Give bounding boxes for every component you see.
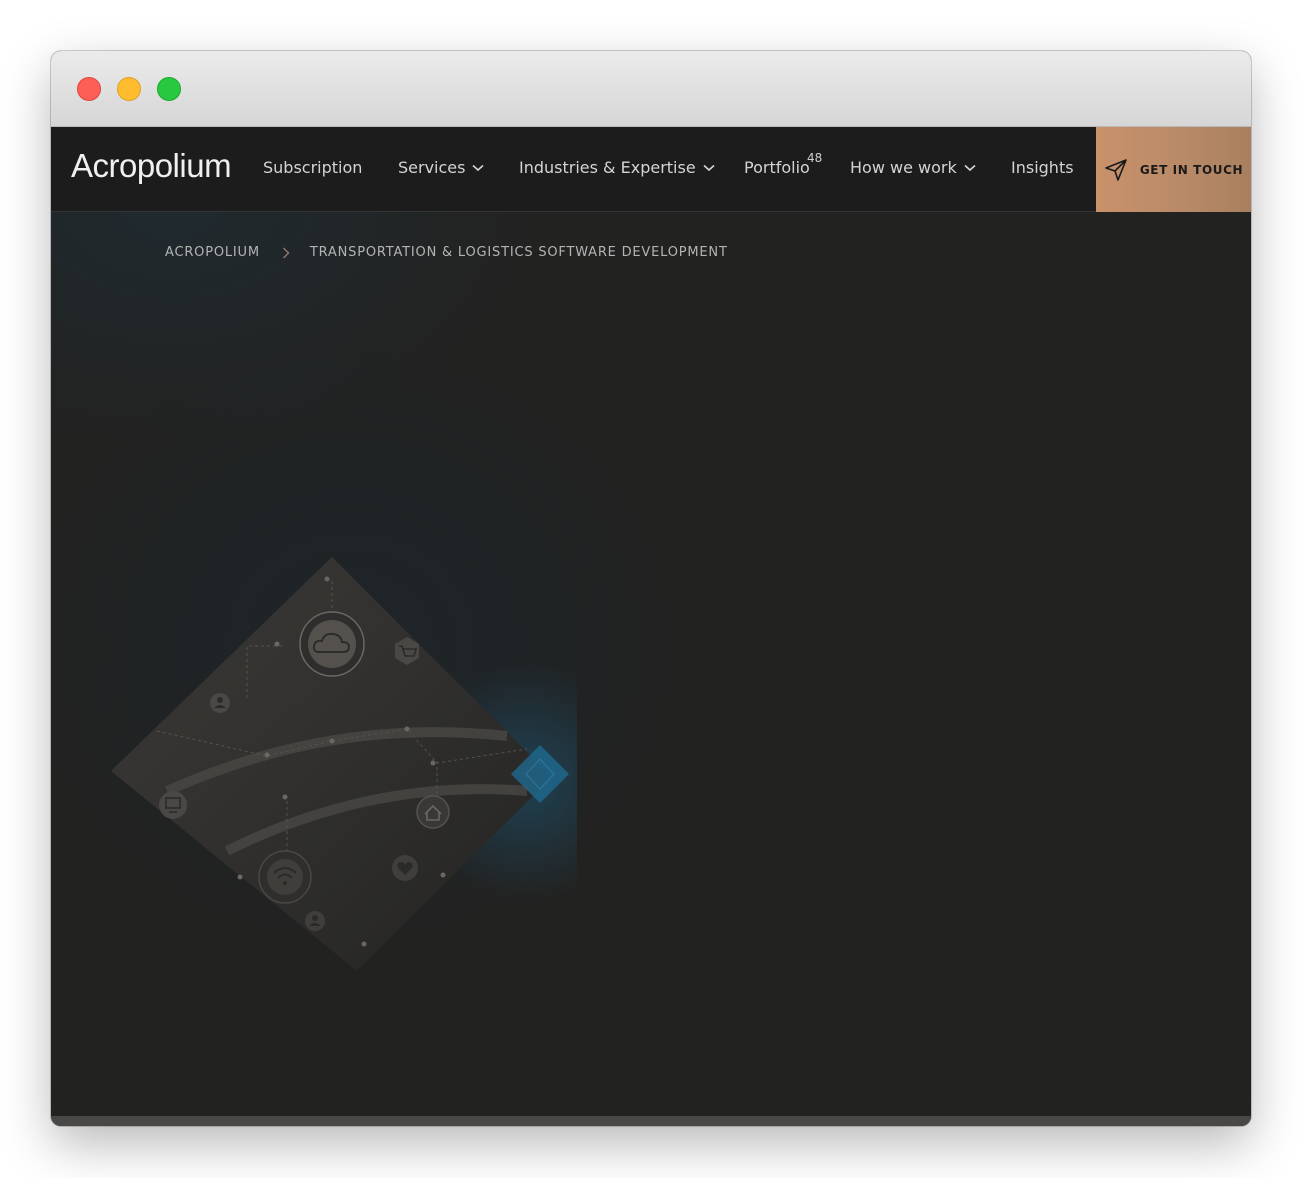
get-in-touch-button[interactable]: GET IN TOUCH	[1096, 127, 1251, 212]
page-content: Acropolium Subscription Services Industr…	[51, 127, 1251, 1126]
nav-item-label: Subscription	[263, 158, 363, 177]
home-icon	[416, 795, 450, 829]
bottom-divider	[51, 1116, 1251, 1126]
breadcrumb-current: TRANSPORTATION & LOGISTICS SOFTWARE DEVE…	[309, 245, 728, 260]
user-icon	[210, 693, 230, 713]
monitor-icon	[159, 791, 187, 819]
nav-item-services[interactable]: Services	[398, 158, 485, 177]
window-titlebar	[51, 51, 1251, 127]
chevron-down-icon	[964, 164, 976, 171]
wifi-icon	[258, 850, 312, 904]
minimize-window-button[interactable]	[117, 77, 141, 101]
breadcrumb: ACROPOLIUM TRANSPORTATION & LOGISTICS SO…	[165, 245, 728, 260]
nav-item-label: Services	[398, 158, 466, 177]
heart-icon	[392, 855, 418, 881]
chevron-down-icon	[472, 164, 485, 171]
chevron-down-icon	[703, 164, 715, 171]
main-navigation: Acropolium Subscription Services Industr…	[51, 127, 1251, 212]
hero-illustration	[111, 557, 577, 971]
nav-item-label: Insights	[1011, 158, 1074, 177]
close-window-button[interactable]	[77, 77, 101, 101]
nav-item-industries[interactable]: Industries & Expertise	[519, 158, 715, 177]
nav-item-how-we-work[interactable]: How we work	[850, 158, 976, 177]
site-logo[interactable]: Acropolium	[71, 147, 232, 185]
send-icon	[1105, 158, 1127, 181]
nav-item-insights[interactable]: Insights	[1011, 158, 1074, 177]
nav-item-label: Portfolio	[744, 158, 810, 177]
nav-item-portfolio[interactable]: Portfolio	[744, 158, 810, 177]
portfolio-count-badge: 48	[807, 151, 823, 165]
breadcrumb-home-link[interactable]: ACROPOLIUM	[165, 245, 260, 260]
user-icon	[305, 911, 325, 931]
browser-window: Acropolium Subscription Services Industr…	[51, 51, 1251, 1126]
cloud-icon	[299, 611, 365, 677]
nav-item-label: How we work	[850, 158, 957, 177]
maximize-window-button[interactable]	[157, 77, 181, 101]
nav-item-subscription[interactable]: Subscription	[263, 158, 362, 177]
nav-item-label: Industries & Expertise	[519, 158, 696, 177]
get-in-touch-label: GET IN TOUCH	[1139, 162, 1244, 177]
chevron-right-icon	[282, 247, 290, 258]
